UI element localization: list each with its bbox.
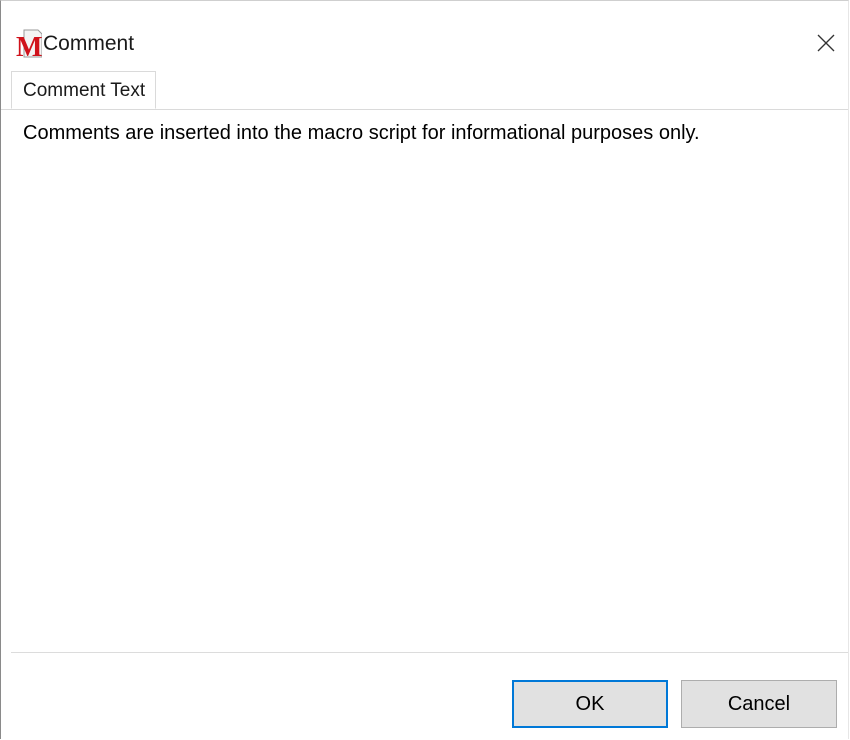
close-icon bbox=[817, 34, 835, 52]
tab-comment-text[interactable]: Comment Text bbox=[11, 71, 157, 109]
comment-text-panel[interactable]: Comments are inserted into the macro scr… bbox=[11, 110, 838, 653]
cancel-button[interactable]: Cancel bbox=[681, 680, 837, 728]
macro-m-icon: M bbox=[16, 28, 43, 63]
close-button[interactable] bbox=[804, 21, 848, 65]
svg-text:M: M bbox=[16, 32, 42, 58]
title-bar: M Comment bbox=[1, 1, 848, 71]
comment-text: Comments are inserted into the macro scr… bbox=[23, 122, 700, 144]
ok-button[interactable]: OK bbox=[512, 680, 668, 728]
dialog-footer: OK Cancel bbox=[11, 652, 848, 739]
comment-dialog: M Comment Comment Text Comments are inse… bbox=[0, 0, 849, 739]
window-title: Comment bbox=[43, 32, 135, 55]
tab-strip: Comment Text bbox=[1, 71, 848, 110]
